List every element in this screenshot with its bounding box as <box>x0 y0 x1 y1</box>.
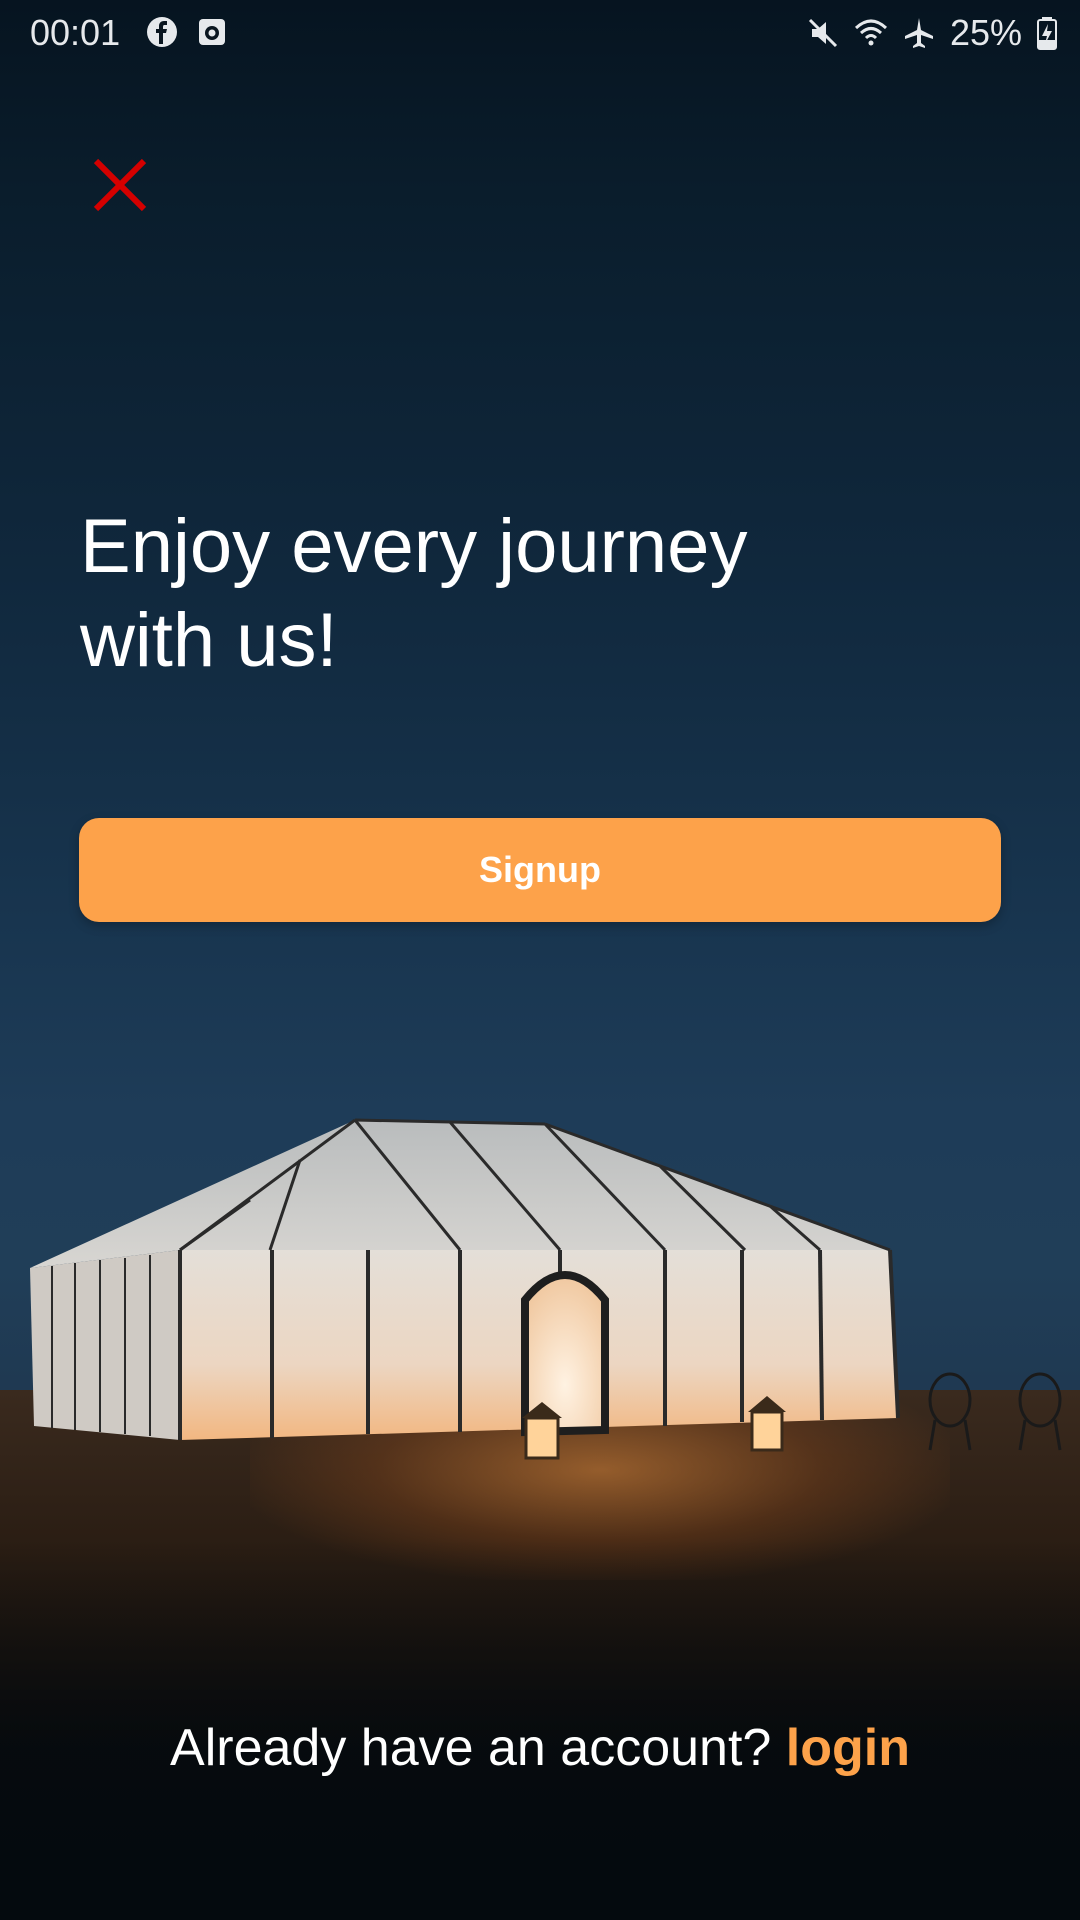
headline-line-2: with us! <box>80 598 338 683</box>
battery-percent: 25% <box>949 12 1022 53</box>
airplane-icon <box>904 18 933 48</box>
signup-button[interactable]: Signup <box>79 818 1001 922</box>
headline: Enjoy every journey with us! <box>80 500 840 688</box>
login-link[interactable]: login <box>786 1719 910 1777</box>
facebook-icon <box>147 17 177 47</box>
battery-charging-icon <box>1037 17 1057 50</box>
close-icon <box>93 158 147 212</box>
tent-image <box>30 1118 1062 1460</box>
screen-record-icon <box>199 19 225 45</box>
signup-screen: 00:01 25% Enjoy every journey with us! S… <box>0 0 1080 1920</box>
headline-line-1: Enjoy every journey <box>80 504 748 589</box>
status-time: 00:01 <box>30 12 121 53</box>
status-right: 25% <box>806 12 1058 54</box>
login-prompt-text: Already have an account? <box>170 1719 772 1777</box>
wifi-icon <box>854 19 887 46</box>
login-prompt-row: Already have an account? login <box>0 1718 1080 1778</box>
mute-icon <box>808 18 837 48</box>
close-button[interactable] <box>90 155 150 215</box>
status-bar: 00:01 25% <box>0 0 1080 66</box>
